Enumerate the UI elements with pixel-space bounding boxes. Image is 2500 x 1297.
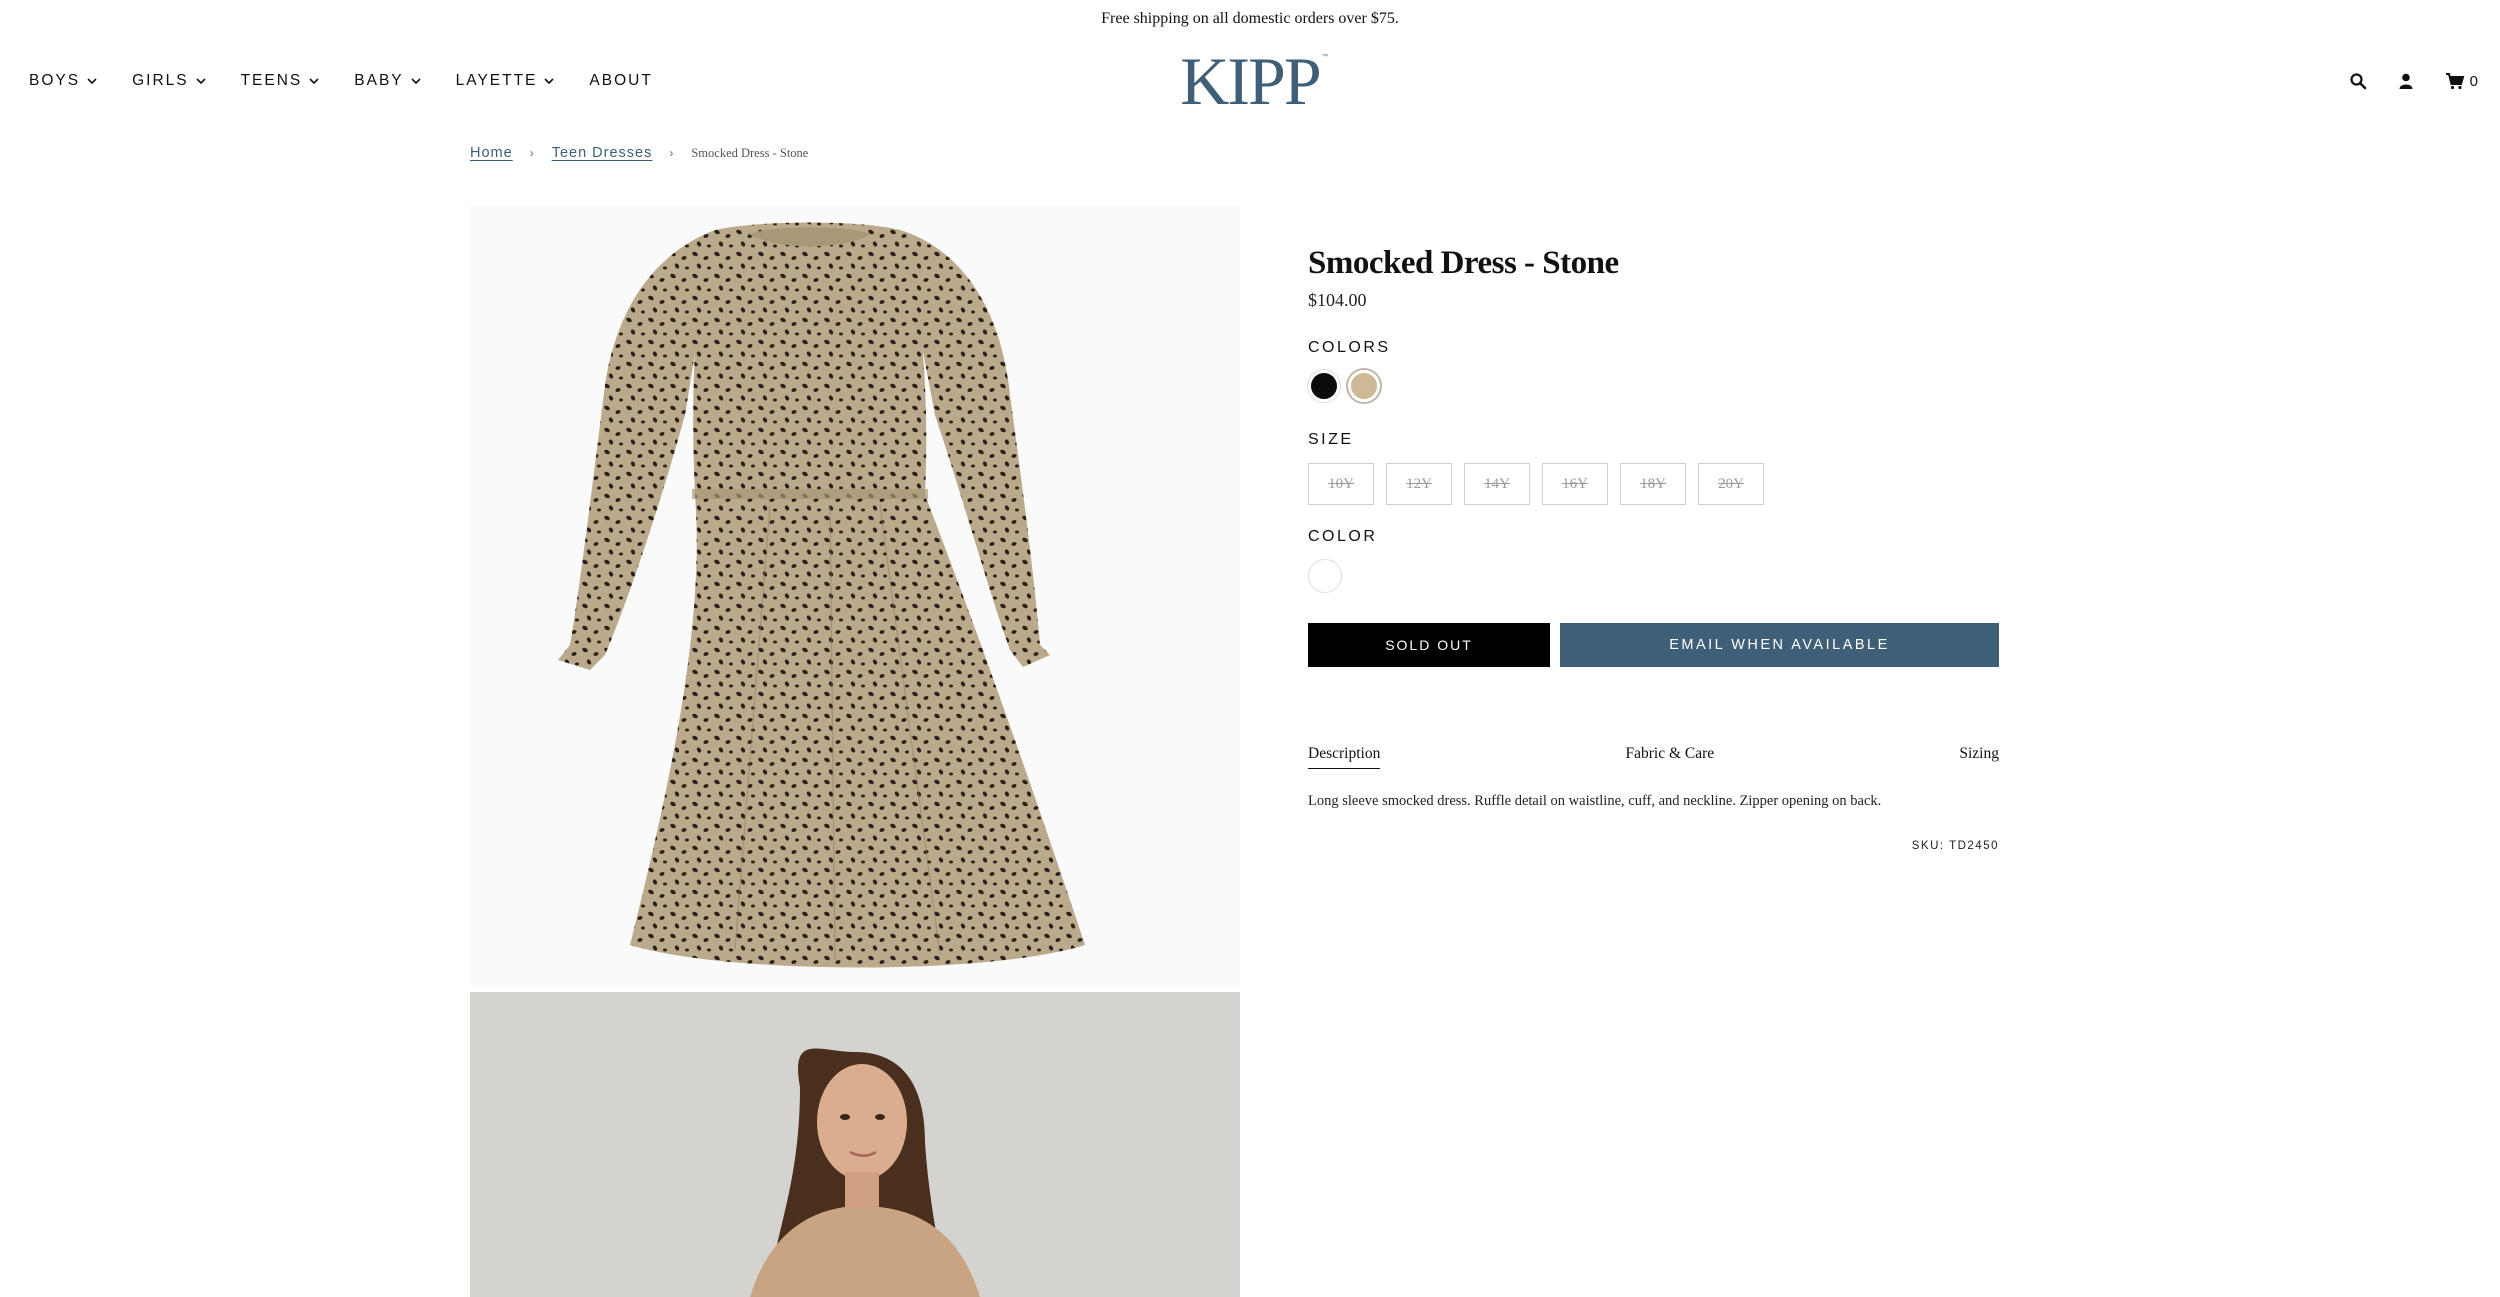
chevron-down-icon [87, 78, 97, 85]
cart-icon [2445, 73, 2464, 90]
nav-item-label: ABOUT [589, 72, 653, 89]
color-label: COLOR [1308, 528, 1378, 545]
nav-item-label: BOYS [29, 72, 81, 89]
size-option-18y[interactable]: 18Y [1620, 463, 1686, 505]
product-image-model[interactable] [470, 992, 1240, 1297]
breadcrumb-home[interactable]: Home [470, 145, 513, 161]
logo-text: KIPP [1180, 46, 1320, 118]
tab-description[interactable]: Description [1308, 745, 1381, 769]
product-details: Smocked Dress - Stone $104.00 COLORS SIZ… [1308, 245, 2000, 852]
product-title: Smocked Dress - Stone [1308, 245, 1619, 281]
chevron-down-icon [411, 78, 421, 85]
header-actions: 0 [2319, 72, 2478, 90]
announcement-bar: Free shipping on all domestic orders ove… [1101, 10, 1399, 27]
nav-item-teens[interactable]: TEENS [241, 72, 321, 90]
tab-sizing[interactable]: Sizing [1959, 745, 1999, 769]
kipp-logo[interactable]: KIPP ™ [1170, 46, 1330, 118]
size-option-12y[interactable]: 12Y [1386, 463, 1452, 505]
size-option-20y[interactable]: 20Y [1698, 463, 1764, 505]
breadcrumb-separator: › [669, 146, 675, 160]
product-tabs: Description Fabric & Care Sizing [1308, 745, 1999, 769]
breadcrumb-separator: › [529, 146, 535, 160]
breadcrumb-teen-dresses[interactable]: Teen Dresses [552, 145, 653, 161]
color-swatch-stone[interactable] [1348, 370, 1380, 402]
nav-item-label: TEENS [240, 72, 303, 89]
chevron-down-icon [544, 78, 554, 85]
svg-text:™: ™ [1322, 53, 1328, 60]
color-swatch-black[interactable] [1308, 370, 1340, 402]
product-description: Long sleeve smocked dress. Ruffle detail… [1308, 793, 1882, 809]
cart-count: 0 [2469, 72, 2478, 90]
breadcrumb: Home › Teen Dresses › Smocked Dress - St… [470, 145, 808, 161]
product-sku: SKU: TD2450 [1911, 840, 1999, 852]
nav-item-about[interactable]: ABOUT [589, 72, 652, 90]
nav-item-layette[interactable]: LAYETTE [456, 72, 556, 90]
colors-label: COLORS [1308, 339, 1391, 356]
dress-illustration [558, 222, 1085, 968]
nav-item-girls[interactable]: GIRLS [132, 72, 207, 90]
size-option-16y[interactable]: 16Y [1542, 463, 1608, 505]
chevron-down-icon [196, 78, 206, 85]
size-label: SIZE [1308, 431, 1354, 448]
color-swatch-white[interactable] [1308, 559, 1342, 593]
main-nav: BOYS GIRLS TEENS BABY LAYETTE ABOUT [29, 72, 687, 90]
model-photo-illustration [470, 992, 1240, 1297]
chevron-down-icon [309, 78, 319, 85]
product-image-main[interactable] [470, 205, 1240, 985]
nav-item-label: GIRLS [132, 72, 189, 89]
nav-item-baby[interactable]: BABY [354, 72, 421, 90]
tab-fabric-care[interactable]: Fabric & Care [1626, 745, 1715, 769]
account-icon[interactable] [2397, 72, 2415, 90]
size-option-10y[interactable]: 10Y [1308, 463, 1374, 505]
nav-item-label: LAYETTE [455, 72, 538, 89]
search-icon[interactable] [2349, 72, 2367, 90]
size-options: 10Y 12Y 14Y 16Y 18Y 20Y [1308, 463, 2000, 505]
colors-swatches [1308, 370, 2000, 402]
product-price: $104.00 [1308, 290, 1367, 310]
breadcrumb-current: Smocked Dress - Stone [691, 145, 809, 160]
sold-out-button[interactable]: SOLD OUT [1308, 623, 1550, 667]
cart-button[interactable]: 0 [2445, 72, 2478, 90]
purchase-buttons: SOLD OUT EMAIL WHEN AVAILABLE [1308, 623, 2000, 667]
size-option-14y[interactable]: 14Y [1464, 463, 1530, 505]
nav-item-boys[interactable]: BOYS [29, 72, 98, 90]
nav-item-label: BABY [354, 72, 404, 89]
email-when-available-button[interactable]: EMAIL WHEN AVAILABLE [1560, 623, 1999, 667]
